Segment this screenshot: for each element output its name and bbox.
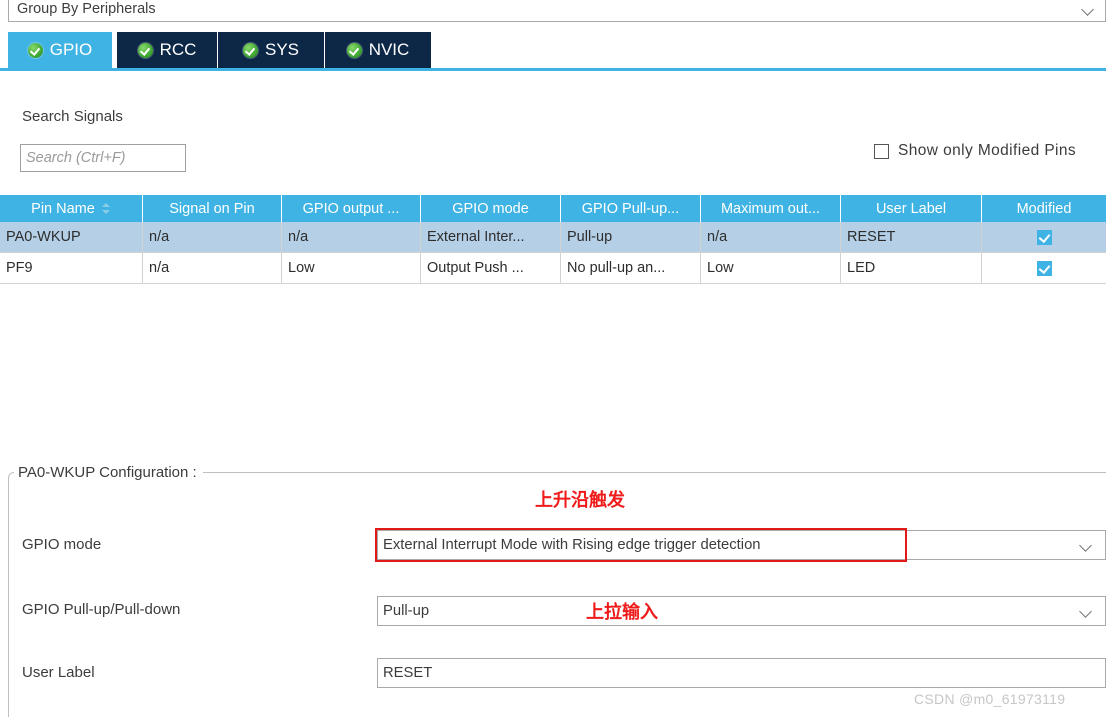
table-cell: RESET bbox=[841, 222, 982, 252]
watermark: CSDN @m0_61973119 bbox=[914, 691, 1066, 707]
user-label-label: User Label bbox=[22, 664, 95, 681]
sort-indicator-icon[interactable] bbox=[101, 202, 111, 215]
column-header-label: Signal on Pin bbox=[169, 200, 255, 217]
configuration-title: PA0-WKUP Configuration : bbox=[14, 464, 203, 481]
column-header-gpio-output[interactable]: GPIO output ... bbox=[282, 195, 421, 222]
table-cell: No pull-up an... bbox=[561, 253, 701, 283]
table-cell: External Inter... bbox=[421, 222, 561, 252]
column-header-label: GPIO output ... bbox=[302, 200, 400, 217]
table-header-row: Pin Name Signal on Pin GPIO output ... GPIO… bbox=[0, 195, 1106, 222]
checkbox-box-icon[interactable] bbox=[874, 143, 889, 159]
show-only-modified-pins-checkbox[interactable]: Show only Modified Pins bbox=[874, 142, 1076, 160]
table-cell: n/a bbox=[701, 222, 841, 252]
search-input[interactable] bbox=[20, 144, 186, 172]
table-cell: Low bbox=[701, 253, 841, 283]
search-signals-label: Search Signals bbox=[22, 108, 123, 125]
show-only-modified-pins-label: Show only Modified Pins bbox=[898, 142, 1077, 159]
column-header-pin-name[interactable]: Pin Name bbox=[0, 195, 143, 222]
column-header-label: GPIO Pull-up... bbox=[581, 200, 680, 217]
tab-sys[interactable]: SYS bbox=[218, 32, 325, 68]
gpio-pullup-pulldown-label: GPIO Pull-up/Pull-down bbox=[22, 601, 181, 618]
checkbox-checked-icon[interactable] bbox=[1036, 229, 1052, 245]
table-cell: n/a bbox=[282, 222, 421, 252]
table-cell: n/a bbox=[143, 253, 282, 283]
table-row[interactable]: PF9 n/a Low Output Push ... No pull-up an...… bbox=[0, 253, 1106, 284]
table-empty-area bbox=[0, 283, 1106, 453]
group-by-combobox[interactable]: Group By Peripherals bbox=[8, 0, 1106, 22]
table-cell: Low bbox=[282, 253, 421, 283]
peripheral-tabbar: GPIO RCC SYS NVIC bbox=[0, 32, 1106, 68]
column-header-modified[interactable]: Modified bbox=[982, 195, 1106, 222]
tab-nvic[interactable]: NVIC bbox=[325, 32, 432, 68]
gpio-mode-label: GPIO mode bbox=[22, 536, 102, 553]
column-header-label: Maximum out... bbox=[720, 200, 821, 217]
column-header-label: Pin Name bbox=[31, 200, 95, 217]
chevron-down-icon[interactable] bbox=[1079, 538, 1093, 552]
table-cell: Pull-up bbox=[561, 222, 701, 252]
annotation-rising-edge: 上升沿触发 bbox=[535, 490, 625, 511]
user-label-input[interactable] bbox=[377, 658, 1106, 688]
annotation-pullup-input: 上拉输入 bbox=[586, 602, 658, 623]
column-header-signal-on-pin[interactable]: Signal on Pin bbox=[143, 195, 282, 222]
column-header-maximum-out[interactable]: Maximum out... bbox=[701, 195, 841, 222]
table-row[interactable]: PA0-WKUP n/a n/a External Inter... Pull-up n/… bbox=[0, 222, 1106, 253]
column-header-gpio-pull-up[interactable]: GPIO Pull-up... bbox=[561, 195, 701, 222]
green-check-icon bbox=[137, 42, 153, 58]
column-header-label: Modified bbox=[1016, 200, 1072, 217]
gpio-mode-value: External Interrupt Mode with Rising edge… bbox=[383, 537, 761, 553]
tab-underline bbox=[0, 68, 1106, 71]
modified-cell[interactable] bbox=[982, 253, 1106, 283]
table-cell: Output Push ... bbox=[421, 253, 561, 283]
gpio-pullup-pulldown-combobox[interactable]: Pull-up bbox=[377, 596, 1106, 626]
table-cell: LED bbox=[841, 253, 982, 283]
green-check-icon bbox=[242, 42, 258, 58]
chevron-down-icon[interactable] bbox=[1079, 604, 1093, 618]
chevron-down-icon[interactable] bbox=[1081, 2, 1095, 16]
group-by-value: Group By Peripherals bbox=[17, 0, 156, 17]
table-body: PA0-WKUP n/a n/a External Inter... Pull-up n/… bbox=[0, 222, 1106, 284]
checkbox-checked-icon[interactable] bbox=[1036, 260, 1052, 276]
tab-label: RCC bbox=[159, 40, 197, 59]
tab-rcc[interactable]: RCC bbox=[117, 32, 218, 68]
table-cell: n/a bbox=[143, 222, 282, 252]
column-header-label: User Label bbox=[875, 200, 947, 217]
tab-gpio[interactable]: GPIO bbox=[8, 32, 113, 68]
column-header-label: GPIO mode bbox=[452, 200, 529, 217]
modified-cell[interactable] bbox=[982, 222, 1106, 252]
pin-configuration-table: Pin Name Signal on Pin GPIO output ... GPIO… bbox=[0, 195, 1106, 284]
column-header-user-label[interactable]: User Label bbox=[841, 195, 982, 222]
gpio-pullup-pulldown-value: Pull-up bbox=[383, 603, 430, 619]
tab-label: GPIO bbox=[49, 40, 93, 59]
table-cell: PA0-WKUP bbox=[0, 222, 143, 252]
tab-label: NVIC bbox=[368, 40, 410, 59]
tab-label: SYS bbox=[264, 40, 300, 59]
green-check-icon bbox=[27, 42, 43, 58]
column-header-gpio-mode[interactable]: GPIO mode bbox=[421, 195, 561, 222]
table-cell: PF9 bbox=[0, 253, 143, 283]
green-check-icon bbox=[346, 42, 362, 58]
gpio-mode-combobox[interactable]: External Interrupt Mode with Rising edge… bbox=[377, 530, 1106, 560]
